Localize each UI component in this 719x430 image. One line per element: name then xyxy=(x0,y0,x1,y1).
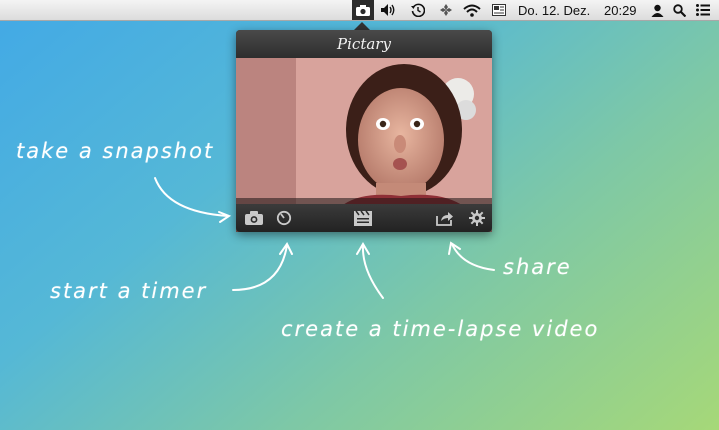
annotation-arrows xyxy=(154,177,495,299)
timelapse-arrow xyxy=(361,245,384,299)
snapshot-arrow xyxy=(154,177,229,217)
annotation-take-snapshot: take a snapshot xyxy=(16,139,215,163)
annotation-time-lapse: create a time-lapse video xyxy=(281,317,600,341)
annotation-share: share xyxy=(503,255,572,279)
timer-arrow xyxy=(232,244,288,291)
annotation-start-timer: start a timer xyxy=(50,279,208,303)
